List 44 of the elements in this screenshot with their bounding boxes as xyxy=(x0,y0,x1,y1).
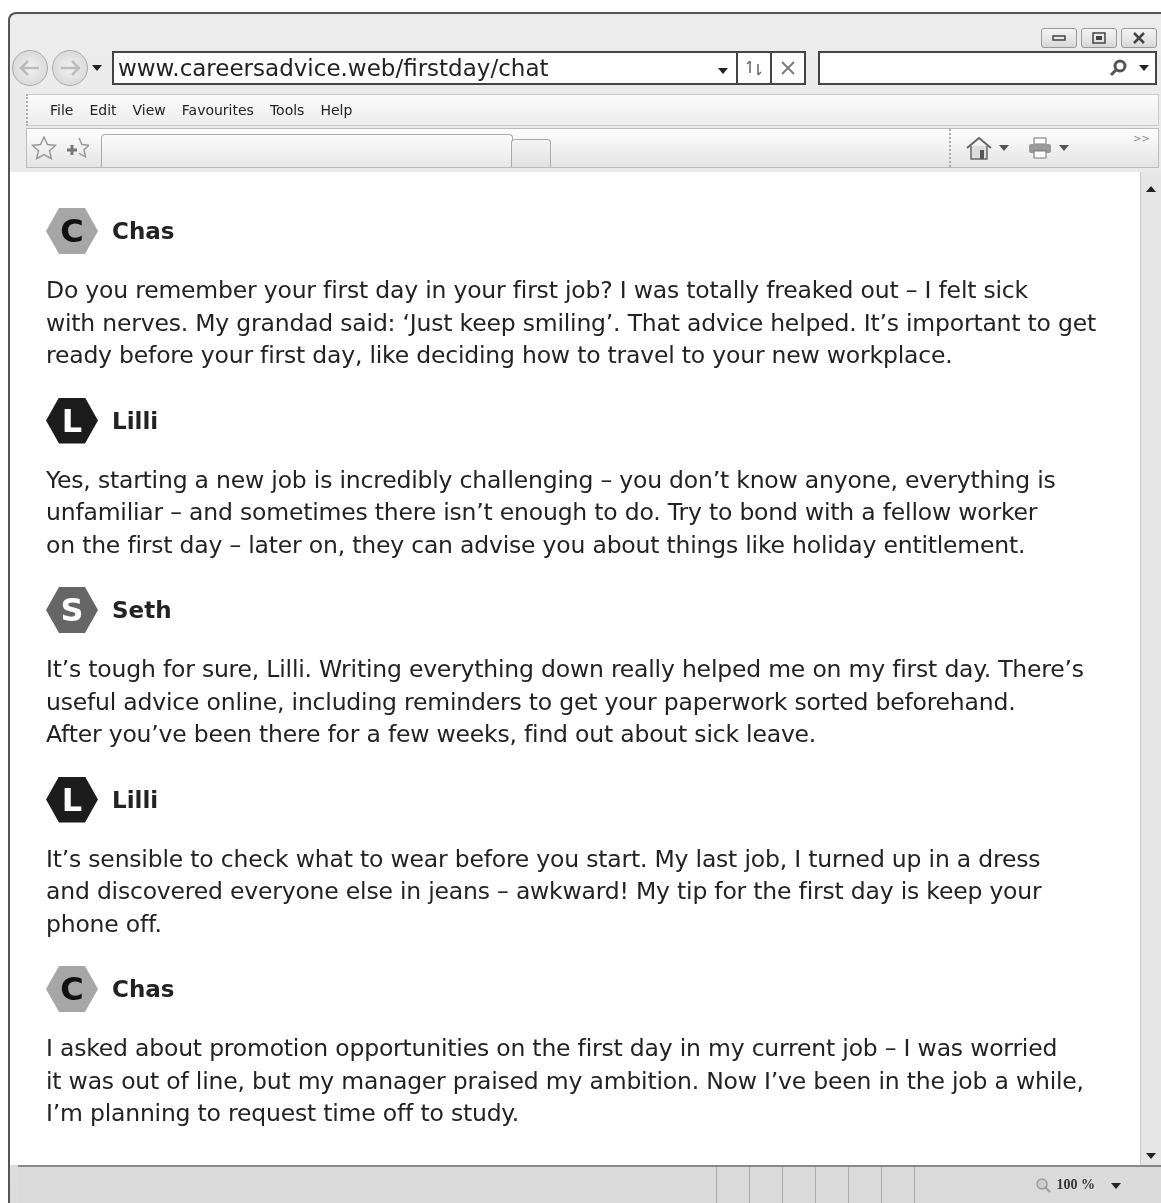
message-text: Do you remember your first day in your first job? I was totally freaked out – I felt sick with nerves. My grandad said: ‘Just keep smiling’. That advice helped. It’s important to get ready before your first day, like deciding how to travel to your new workplace. xyxy=(46,275,1098,371)
refresh-icon[interactable] xyxy=(745,60,763,76)
message-text: Yes, starting a new job is incredibly challenging – you don’t know anyone, everything is unfamiliar – and sometimes there isn’t enough to do. Try to bond with a fellow worker on the first day – later on, they can advise you about things like holiday entitlement. xyxy=(46,464,1057,561)
search-icon[interactable] xyxy=(1109,59,1127,77)
menu-item[interactable]: Help xyxy=(314,102,359,118)
scroll-down-icon[interactable] xyxy=(1146,1153,1156,1159)
scroll-up-icon[interactable] xyxy=(1146,186,1156,192)
maximize-button[interactable] xyxy=(1081,28,1117,48)
menu-item[interactable]: Edit xyxy=(83,102,123,118)
scrollbar[interactable] xyxy=(1140,172,1161,1165)
close-icon[interactable] xyxy=(780,60,796,76)
caret-icon[interactable] xyxy=(1139,65,1149,71)
address-field[interactable]: www.careersadvice.web/firstday/chat xyxy=(112,51,806,85)
message-text: I asked about promotion opportunities on the first day in my current job – I was worried it was out of line, but my manager praised my ambition. Now I’ve been in the job a while, I’m planning to request time off to study. xyxy=(46,1033,1085,1129)
caret-icon[interactable] xyxy=(1059,145,1070,151)
author-name: Lilli xyxy=(112,786,159,813)
close-button[interactable] xyxy=(1121,28,1157,48)
message-text: It’s tough for sure, Lilli. Writing everything down really helped me on my first day. There’s useful advice online, including reminders to get your paperwork sorted beforehand. After you’ve been there for a few weeks, find out about sick leave. xyxy=(46,654,1085,750)
caret-icon[interactable] xyxy=(718,67,728,74)
avatar-badge: C xyxy=(46,208,98,254)
search-field[interactable] xyxy=(818,51,1157,85)
caret-icon[interactable] xyxy=(999,145,1010,151)
minimize-button[interactable] xyxy=(1041,28,1077,48)
caret-icon[interactable] xyxy=(1111,1183,1121,1189)
author-name: Seth xyxy=(112,597,172,623)
minimize-icon[interactable] xyxy=(1052,35,1066,41)
avatar-badge: L xyxy=(46,776,98,823)
author-name: Chas xyxy=(112,976,175,1002)
magnifier-icon xyxy=(1034,1177,1051,1193)
author-name: Lilli xyxy=(112,407,159,434)
menu-item[interactable]: Tools xyxy=(263,102,311,118)
message-text: It’s sensible to check what to wear before you start. My last job, I turned up in a dress and discovered everyone else in jeans – awkward! My tip for the first day is keep your phone off. xyxy=(46,843,1043,940)
menu-item[interactable]: Favourites xyxy=(175,102,260,118)
avatar-badge: C xyxy=(46,966,98,1012)
caret-icon[interactable] xyxy=(92,65,102,71)
maximize-icon[interactable] xyxy=(1092,32,1106,44)
author-name: Chas xyxy=(112,218,175,244)
close-icon[interactable] xyxy=(1132,32,1146,44)
avatar-badge: S xyxy=(46,587,98,633)
zoom-button[interactable]: 100 % xyxy=(913,1167,1161,1203)
avatar-badge: L xyxy=(46,397,98,444)
menu-item[interactable]: File xyxy=(44,102,80,118)
overflow-chevron[interactable]: >> xyxy=(1133,133,1150,144)
menu-item[interactable]: View xyxy=(126,102,172,118)
